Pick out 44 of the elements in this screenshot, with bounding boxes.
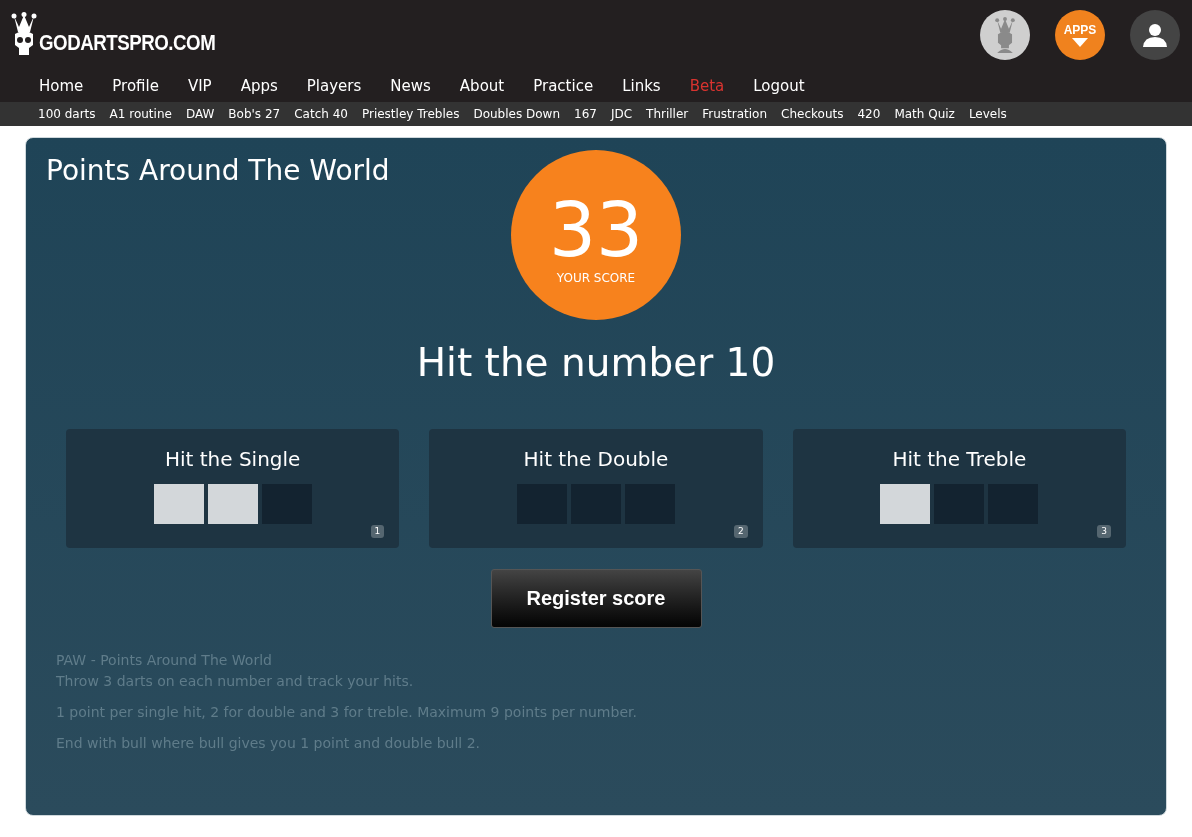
nav-link[interactable]: Profile [112, 74, 159, 98]
nav-link[interactable]: Practice [533, 74, 594, 98]
game-mode-link[interactable]: JDC [610, 105, 633, 123]
target-instruction: Hit the number 10 [416, 339, 776, 387]
nav-link[interactable]: About [459, 74, 505, 98]
game-mode-link[interactable]: Doubles Down [473, 105, 560, 123]
target-title: Hit the Treble [892, 445, 1027, 473]
game-mode-link[interactable]: 420 [857, 105, 881, 123]
shortcut-key-label: 1 [370, 524, 385, 538]
game-mode-link[interactable]: DAW [185, 105, 215, 123]
down-triangle-icon [1072, 37, 1088, 47]
score-label: YOUR SCORE [556, 270, 636, 287]
crowned-skull-avatar-icon[interactable] [980, 10, 1030, 60]
dart-hit-toggle[interactable] [207, 483, 258, 524]
game-mode-link[interactable]: 167 [574, 105, 597, 123]
score-value: 33 [548, 193, 644, 267]
game-mode-link[interactable]: Levels [968, 105, 1007, 123]
game-title: Points Around The World [46, 153, 390, 189]
nav-link[interactable]: Home [39, 74, 84, 98]
game-mode-link[interactable]: Frustration [702, 105, 768, 123]
dart-hit-toggle[interactable] [880, 483, 931, 524]
nav-link[interactable]: Logout [753, 74, 805, 98]
shortcut-key-label: 2 [733, 524, 748, 538]
nav-link[interactable]: Players [306, 74, 362, 98]
target-title: Hit the Double [523, 445, 669, 473]
user-profile-icon[interactable] [1130, 10, 1180, 60]
game-mode-link[interactable]: Priestley Trebles [361, 105, 460, 123]
game-mode-link[interactable]: Math Quiz [894, 105, 955, 123]
game-mode-link[interactable]: Checkouts [781, 105, 844, 123]
game-mode-link[interactable]: 100 darts [38, 105, 96, 123]
target-title: Hit the Single [164, 445, 301, 473]
crowned-skull-logo-icon [10, 12, 38, 58]
nav-link[interactable]: News [390, 74, 431, 98]
game-mode-link[interactable]: Catch 40 [294, 105, 348, 123]
register-score-button[interactable]: Register score [490, 568, 702, 628]
game-mode-link[interactable]: A1 routine [109, 105, 172, 123]
dart-hit-toggle[interactable] [153, 483, 204, 524]
nav-link[interactable]: Apps [240, 74, 278, 98]
nav-link[interactable]: Links [622, 74, 661, 98]
game-mode-link[interactable]: Thriller [646, 105, 689, 123]
game-mode-link[interactable]: Bob's 27 [228, 105, 281, 123]
site-logo-text[interactable]: GODARTSPRO.COM [39, 32, 216, 54]
shortcut-key-label: 3 [1097, 524, 1111, 538]
nav-link[interactable]: VIP [187, 74, 212, 98]
